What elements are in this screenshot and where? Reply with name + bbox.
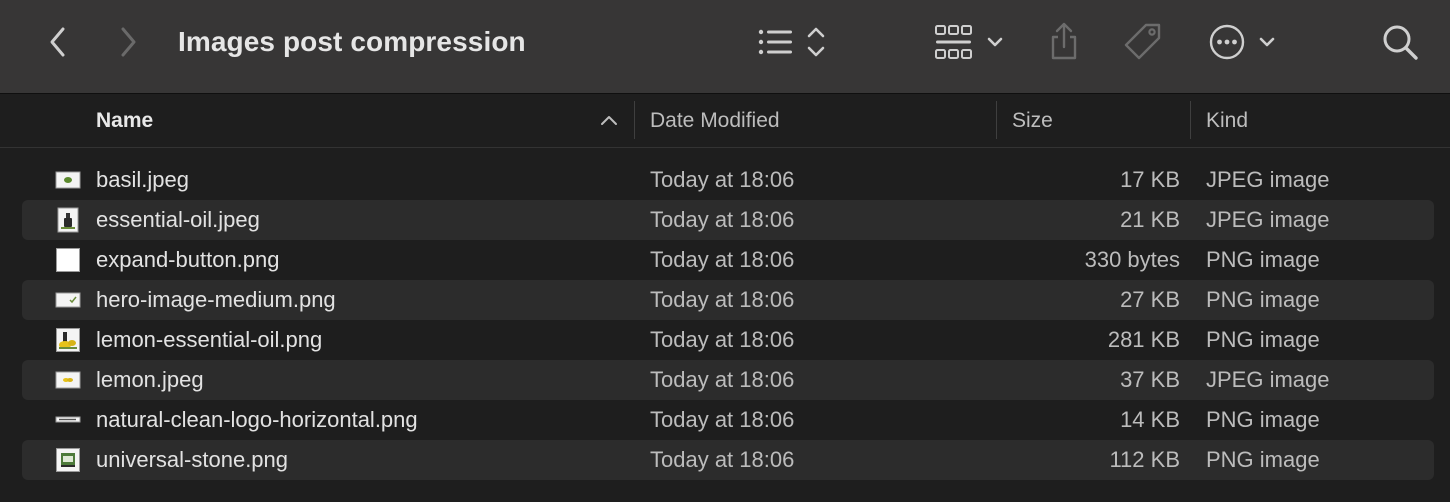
file-list: basil.jpeg Today at 18:06 17 KB JPEG ima… [0,160,1450,480]
file-kind: PNG image [1206,407,1320,432]
file-size: 330 bytes [1084,247,1180,272]
file-name: essential-oil.jpeg [96,207,260,232]
file-row[interactable]: natural-clean-logo-horizontal.png Today … [22,400,1434,440]
grid-group-icon [935,25,1003,59]
file-name: expand-button.png [96,247,280,272]
file-size: 281 KB [1107,327,1180,352]
file-kind: PNG image [1206,247,1320,272]
file-date: Today at 18:06 [650,247,795,272]
file-kind: JPEG image [1206,367,1330,392]
file-row[interactable]: basil.jpeg Today at 18:06 17 KB JPEG ima… [22,160,1434,200]
file-name: hero-image-medium.png [96,287,336,312]
column-kind[interactable]: Kind [1206,94,1248,147]
forward-button[interactable] [110,24,146,60]
file-date: Today at 18:06 [650,367,795,392]
image-file-icon [56,248,80,272]
view-mode-button[interactable] [752,22,832,62]
image-file-icon [56,448,80,472]
image-file-icon [55,171,81,189]
column-header: Name Date Modified Size Kind [0,94,1450,148]
share-icon [1051,22,1077,60]
file-row[interactable]: essential-oil.jpeg Today at 18:06 21 KB … [22,200,1434,240]
search-button[interactable] [1378,20,1422,64]
image-file-icon [57,207,79,233]
image-file-icon [55,371,81,389]
file-name: lemon-essential-oil.png [96,327,323,352]
finder-window: Images post compression Name Date Modifi… [0,0,1450,502]
file-kind: JPEG image [1206,207,1330,232]
file-kind: PNG image [1206,327,1320,352]
file-size: 21 KB [1120,207,1180,232]
file-row[interactable]: universal-stone.png Today at 18:06 112 K… [22,440,1434,480]
chevron-left-icon [50,27,65,57]
file-row[interactable]: lemon-essential-oil.png Today at 18:06 2… [22,320,1434,360]
file-name: basil.jpeg [96,167,189,192]
tag-icon [1124,23,1161,60]
column-divider[interactable] [1190,101,1191,139]
chevron-right-icon [121,27,136,57]
sort-ascending-icon[interactable] [600,113,618,127]
ellipsis-circle-icon [1209,24,1275,60]
file-kind: PNG image [1206,447,1320,472]
window-title: Images post compression [178,26,526,57]
file-size: 37 KB [1120,367,1180,392]
toolbar: Images post compression [0,0,1450,94]
file-row[interactable]: expand-button.png Today at 18:06 330 byt… [22,240,1434,280]
more-actions-button[interactable] [1206,20,1280,64]
file-date: Today at 18:06 [650,167,795,192]
column-size[interactable]: Size [1012,94,1053,147]
file-size: 112 KB [1109,447,1180,472]
file-size: 17 KB [1120,167,1180,192]
share-button[interactable] [1044,20,1084,64]
file-size: 27 KB [1120,287,1180,312]
file-date: Today at 18:06 [650,407,795,432]
file-date: Today at 18:06 [650,287,795,312]
file-name: natural-clean-logo-horizontal.png [96,407,418,432]
file-date: Today at 18:06 [650,207,795,232]
file-date: Today at 18:06 [650,447,795,472]
column-date-modified[interactable]: Date Modified [650,94,780,147]
back-button[interactable] [40,24,76,60]
group-button[interactable] [932,22,1008,62]
image-file-icon [55,292,81,308]
column-name[interactable]: Name [96,94,153,147]
column-divider[interactable] [634,101,635,139]
file-row[interactable]: hero-image-medium.png Today at 18:06 27 … [22,280,1434,320]
image-file-icon [55,416,81,423]
file-name: lemon.jpeg [96,367,204,392]
file-kind: JPEG image [1206,167,1330,192]
column-divider[interactable] [996,101,997,139]
file-kind: PNG image [1206,287,1320,312]
tag-button[interactable] [1120,20,1166,64]
file-name: universal-stone.png [96,447,289,472]
file-row[interactable]: lemon.jpeg Today at 18:06 37 KB JPEG ima… [22,360,1434,400]
list-view-icon [758,27,825,57]
search-icon [1383,25,1418,60]
file-date: Today at 18:06 [650,327,795,352]
image-file-icon [56,328,80,352]
file-size: 14 KB [1120,407,1180,432]
